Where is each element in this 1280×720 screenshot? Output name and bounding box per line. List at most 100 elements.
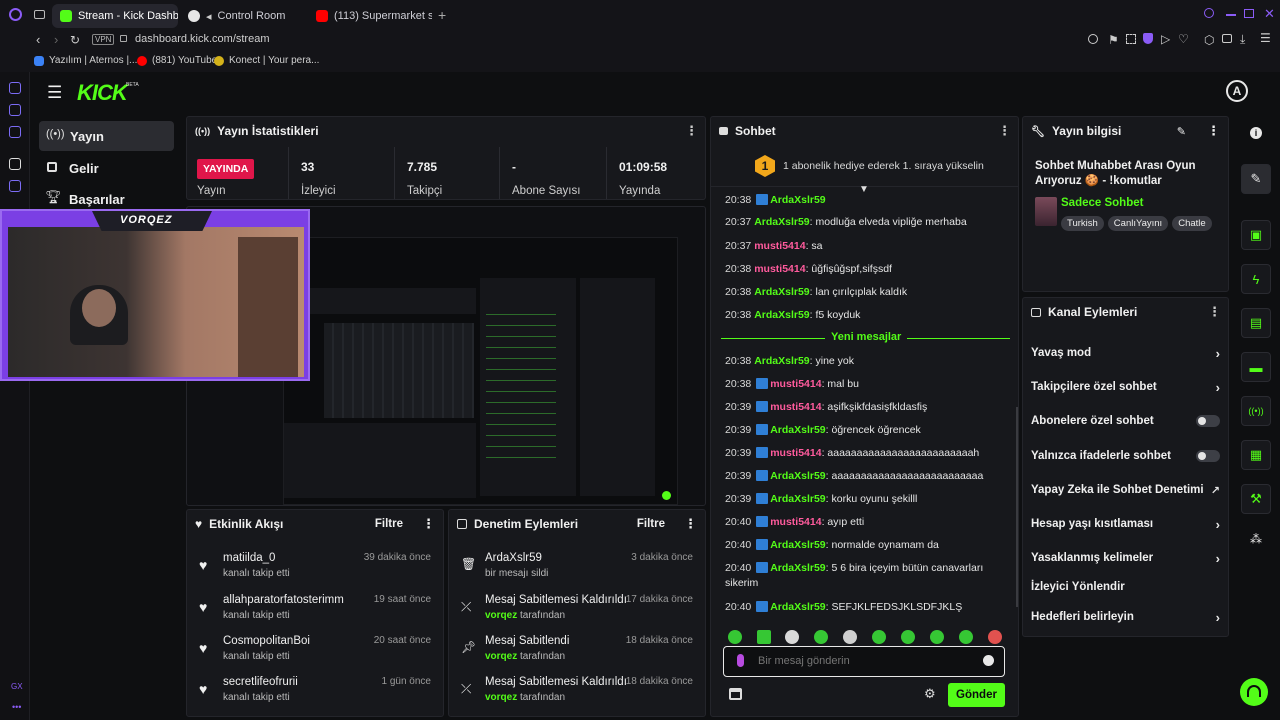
activity-user[interactable]: secretlifeofrurii	[223, 676, 298, 688]
action-goals[interactable]: Hedefleri belirleyin ›	[1031, 607, 1220, 627]
screenshot-icon[interactable]	[1126, 34, 1136, 44]
sidebar-app-icon[interactable]	[9, 82, 21, 94]
message-user[interactable]: ArdaXslr59	[754, 286, 809, 298]
message-user[interactable]: ArdaXslr59	[770, 562, 825, 574]
sidebar-item-gelir[interactable]: Gelir	[39, 155, 174, 181]
workspaces-icon[interactable]	[34, 10, 45, 19]
maximize-button[interactable]	[1244, 9, 1254, 18]
action-ai-moderation[interactable]: Yapay Zeka ile Sohbet Denetimi ↗	[1031, 480, 1220, 500]
action-host[interactable]: İzleyici Yönlendir	[1031, 577, 1220, 597]
activity-item[interactable]: ♥ allahparatorfatosterimm kanalı takip e…	[197, 594, 433, 630]
emoji-picker-icon[interactable]	[983, 655, 994, 666]
tab-youtube[interactable]: (113) Supermarket simulat	[308, 4, 432, 28]
url-field[interactable]: dashboard.kick.com/stream	[135, 33, 270, 45]
more-tools-icon[interactable]: ⁂	[1250, 532, 1262, 546]
wallet-icon[interactable]	[1222, 34, 1232, 43]
more-icon[interactable]: •••	[12, 702, 21, 712]
zoom-icon[interactable]	[1088, 34, 1098, 44]
sidebar-item-yayin[interactable]: ((•)) Yayın	[39, 121, 174, 151]
heart-icon[interactable]: ♡	[1178, 32, 1189, 46]
message-user[interactable]: musti5414	[770, 378, 821, 390]
moderation-item[interactable]: ⤫ Mesaj Sabitlemesi Kaldırıldı vorqez ta…	[459, 594, 695, 630]
moderation-item[interactable]: ⤫ Mesaj Sabitlemesi Kaldırıldı vorqez ta…	[459, 676, 695, 712]
activity-user[interactable]: CosmopolitanBoi	[223, 635, 310, 647]
store-icon[interactable]	[729, 688, 742, 700]
close-window-button[interactable]: ✕	[1264, 6, 1275, 22]
avatar[interactable]: A	[1226, 80, 1248, 102]
chat-input[interactable]	[723, 646, 1005, 677]
tag[interactable]: Turkish	[1061, 216, 1104, 231]
message-user[interactable]: ArdaXslr59	[754, 309, 809, 321]
emote-icon[interactable]	[988, 630, 1002, 644]
info-icon[interactable]: i	[1250, 127, 1262, 139]
message-user[interactable]: ArdaXslr59	[754, 355, 809, 367]
message-user[interactable]: ArdaXslr59	[770, 493, 825, 505]
reload-icon[interactable]: ↻	[70, 33, 80, 47]
moderation-item[interactable]: 📌︎ Mesaj Sabitlendi vorqez tarafından 18…	[459, 635, 695, 671]
category-thumbnail[interactable]	[1035, 197, 1057, 226]
tab-kick-dashboard[interactable]: Stream - Kick Dashboard	[52, 4, 178, 28]
forward-icon[interactable]: ›	[54, 32, 58, 47]
filter-button[interactable]: Filtre	[637, 518, 665, 530]
chat-tool-button[interactable]: ▬	[1241, 352, 1271, 382]
bookmark-youtube[interactable]: (881) YouTube	[137, 55, 217, 66]
chat-message-field[interactable]	[758, 652, 968, 670]
sidebar-app-icon[interactable]	[9, 158, 21, 170]
settings-gear-icon[interactable]: ⚙	[924, 686, 936, 702]
message-user[interactable]: ArdaXslr59	[770, 424, 825, 436]
minimize-button[interactable]	[1226, 14, 1236, 16]
pinned-gift-banner[interactable]: 1 1 abonelik hediye ederek 1. sıraya yük…	[711, 147, 1018, 187]
subscribers-only-toggle[interactable]	[1196, 415, 1220, 427]
emote-icon[interactable]	[930, 630, 944, 644]
emote-icon[interactable]	[785, 630, 799, 644]
action-followers-only[interactable]: Takipçilere özel sohbet ›	[1031, 377, 1220, 397]
twitch-icon[interactable]	[9, 180, 21, 192]
stream-video[interactable]	[283, 237, 678, 505]
message-user[interactable]: musti5414	[754, 240, 805, 252]
chat-scrollbar[interactable]	[1016, 407, 1018, 607]
search-icon[interactable]	[1204, 8, 1214, 18]
browser-logo-icon[interactable]	[9, 8, 22, 21]
extensions-icon[interactable]: ⬡	[1204, 33, 1214, 47]
tag[interactable]: Chatle	[1172, 216, 1212, 231]
kick-logo[interactable]: KICK	[77, 80, 128, 106]
emote-icon[interactable]	[843, 630, 857, 644]
message-user[interactable]: ArdaXslr59	[770, 470, 825, 482]
emote-icon[interactable]	[959, 630, 973, 644]
activity-item[interactable]: ♥ CosmopolitanBoi kanalı takip etti 20 s…	[197, 635, 433, 671]
sidebar-app-icon[interactable]	[9, 126, 21, 138]
more-options-icon[interactable]: ⋮	[684, 516, 697, 532]
emote-icon[interactable]	[814, 630, 828, 644]
shield-icon[interactable]	[1143, 33, 1153, 44]
action-slow-mode[interactable]: Yavaş mod ›	[1031, 343, 1220, 363]
action-banned-words[interactable]: Yasaklanmış kelimeler ›	[1031, 548, 1220, 568]
activity-item[interactable]: ♥ matiilda_0 kanalı takip etti 39 dakika…	[197, 552, 433, 588]
message-user[interactable]: musti5414	[770, 516, 821, 528]
vpn-badge[interactable]: VPN	[92, 34, 115, 45]
screen-tool-button[interactable]: ▣	[1241, 220, 1271, 250]
notes-tool-button[interactable]: ▤	[1241, 308, 1271, 338]
menu-icon[interactable]: ☰	[1260, 31, 1271, 45]
back-icon[interactable]: ‹	[36, 32, 40, 47]
message-user[interactable]: ArdaXslr59	[770, 539, 825, 551]
tab-control-room[interactable]: ◂ Control Room	[180, 4, 306, 28]
edit-tool-button[interactable]: ✎	[1241, 164, 1271, 194]
moderator-name[interactable]: vorqez	[485, 692, 517, 703]
moderation-item[interactable]: 🗑︎ ArdaXslr59 bir mesajı sildi 3 dakika …	[459, 552, 695, 588]
tag[interactable]: CanlıYayını	[1107, 216, 1169, 231]
category-link[interactable]: Sadece Sohbet	[1061, 197, 1143, 209]
broadcast-tool-button[interactable]: ((•))	[1241, 396, 1271, 426]
more-options-icon[interactable]: ⋮	[685, 123, 698, 139]
emote-icon[interactable]	[728, 630, 742, 644]
emote-icon[interactable]	[901, 630, 915, 644]
lightning-tool-button[interactable]: ϟ	[1241, 264, 1271, 294]
download-icon[interactable]: ⤓	[1240, 32, 1245, 47]
more-options-icon[interactable]: ⋮	[1208, 304, 1221, 320]
message-user[interactable]: musti5414	[754, 263, 805, 275]
play-icon[interactable]: ▷	[1161, 32, 1170, 46]
activity-user[interactable]: allahparatorfatosterimm	[223, 594, 344, 606]
send-button[interactable]: Gönder	[948, 683, 1005, 707]
filter-button[interactable]: Filtre	[375, 518, 403, 530]
action-account-age[interactable]: Hesap yaşı kısıtlaması ›	[1031, 514, 1220, 534]
layout-tool-button[interactable]: ▦	[1241, 440, 1271, 470]
